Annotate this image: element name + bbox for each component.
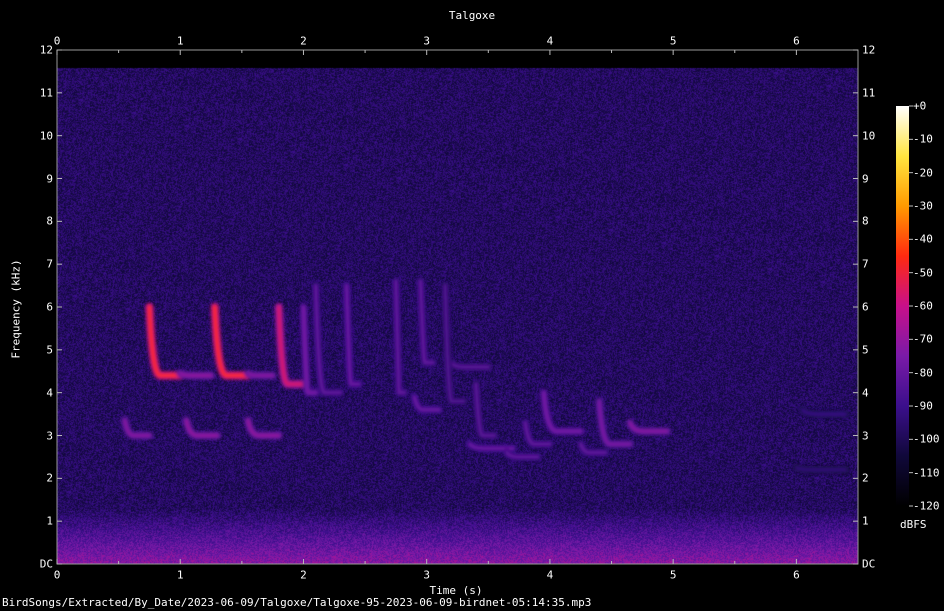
colorbar-tick-label: -40 [913, 232, 933, 246]
colorbar-tick-label: -20 [913, 166, 933, 180]
x-tick-label-bottom: 0 [53, 568, 61, 582]
x-tick-label-top: 6 [793, 34, 800, 48]
y-tick-label-left: 3 [46, 429, 53, 442]
y-tick-label-right: 2 [862, 471, 869, 485]
y-tick-label-right: 8 [862, 214, 869, 228]
y-tick-label-right: 9 [862, 172, 869, 185]
y-tick-label-right: 1 [862, 514, 869, 528]
y-tick-label-right: 4 [862, 386, 869, 400]
y-tick-label-right: 7 [862, 257, 869, 271]
colorbar-tick-label: -10 [913, 132, 933, 146]
x-tick-label-bottom: 4 [546, 568, 554, 582]
y-tick-label-right: 10 [862, 129, 876, 143]
y-tick-label-left: 6 [46, 300, 53, 314]
colorbar-tick-label: -80 [913, 366, 933, 380]
y-tick-label-left: 4 [46, 386, 53, 400]
y-tick-label-right: 6 [862, 300, 869, 314]
colorbar-tick-label: -100 [913, 432, 940, 446]
y-tick-label-right: DC [862, 557, 876, 571]
colorbar-tick-label: -50 [913, 266, 933, 280]
colorbar-tick-label: -70 [913, 332, 933, 346]
y-tick-label-left: 1 [46, 514, 53, 528]
y-tick-label-left: 2 [46, 471, 53, 485]
x-tick-label-bottom: 1 [176, 568, 184, 582]
x-tick-label-top: 5 [669, 34, 677, 48]
x-tick-label-top: 4 [546, 34, 554, 48]
x-tick-label-top: 1 [176, 34, 184, 48]
colorbar-tick-label: -90 [913, 399, 933, 413]
colorbar [896, 106, 909, 506]
colorbar-tick-label: -60 [913, 299, 933, 313]
y-tick-label-left: 7 [46, 257, 53, 271]
spectrogram-chart [56, 49, 913, 565]
colorbar-tick-label: +0 [913, 99, 927, 113]
x-tick-label-bottom: 2 [300, 568, 307, 582]
y-axis-label: Frequency (kHz) [9, 259, 23, 359]
y-tick-label-right: 3 [862, 429, 869, 442]
spectrogram-noise [57, 50, 858, 564]
y-tick-label-left: 5 [46, 343, 53, 357]
y-tick-label-left: 12 [39, 43, 53, 57]
y-tick-label-right: 12 [862, 43, 876, 57]
file-path: BirdSongs/Extracted/By_Date/2023-06-09/T… [2, 596, 592, 609]
x-tick-label-top: 2 [300, 34, 307, 48]
y-tick-label-left: DC [39, 557, 53, 571]
y-tick-label-left: 8 [46, 214, 53, 228]
chart-title: Talgoxe [448, 9, 496, 22]
colorbar-tick-label: -30 [913, 199, 933, 213]
x-tick-label-bottom: 6 [793, 568, 800, 582]
y-tick-label-left: 11 [39, 86, 53, 100]
y-tick-label-right: 5 [862, 343, 869, 357]
y-tick-label-left: 9 [46, 172, 53, 185]
y-tick-label-left: 10 [39, 129, 53, 143]
colorbar-tick-label: -110 [913, 466, 940, 480]
colorbar-unit-label: dBFS [900, 518, 927, 531]
x-tick-label-top: 3 [423, 34, 430, 48]
colorbar-tick-label: -120 [913, 499, 940, 513]
x-tick-label-top: 0 [53, 34, 61, 48]
x-tick-label-bottom: 5 [669, 568, 677, 582]
x-tick-label-bottom: 3 [423, 568, 430, 582]
y-tick-label-right: 11 [862, 86, 876, 100]
